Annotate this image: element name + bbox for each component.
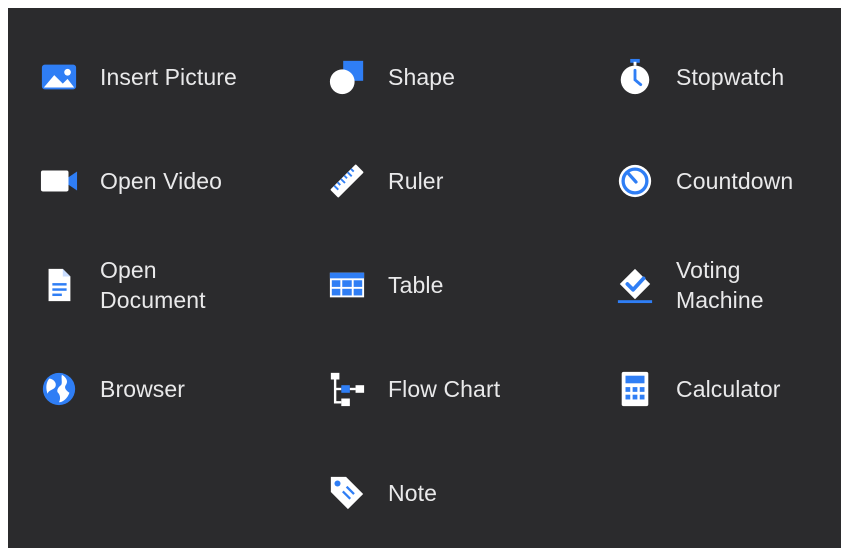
calculator-button[interactable]: Calculator [612,337,849,441]
stopwatch-icon [612,54,658,100]
countdown-label: Countdown [676,168,794,194]
countdown-button[interactable]: Countdown [612,129,849,233]
shape-label: Shape [388,64,456,90]
voting-check-icon [612,262,658,308]
note-label: Note [388,480,437,506]
browser-button[interactable]: Browser [36,337,316,441]
tools-column-3: Stopwatch Countdown Voting Machine Calcu… [612,25,849,441]
ruler-label: Ruler [388,168,444,194]
voting-machine-label: Voting Machine [676,257,764,313]
tools-column-1: Insert Picture Open Video Open Document … [36,25,316,441]
insert-picture-label: Insert Picture [100,64,237,90]
open-video-button[interactable]: Open Video [36,129,316,233]
open-video-label: Open Video [100,168,223,194]
voting-machine-button[interactable]: Voting Machine [612,233,849,337]
globe-icon [36,366,82,412]
table-icon [324,262,370,308]
tag-note-icon [324,470,370,516]
flow-chart-icon [324,366,370,412]
browser-label: Browser [100,376,186,402]
ruler-icon [324,158,370,204]
shape-button[interactable]: Shape [324,25,604,129]
stopwatch-label: Stopwatch [676,64,785,90]
calculator-label: Calculator [676,376,781,402]
stopwatch-button[interactable]: Stopwatch [612,25,849,129]
open-document-button[interactable]: Open Document [36,233,316,337]
tools-panel: Insert Picture Open Video Open Document … [8,8,841,548]
calculator-icon [612,366,658,412]
video-camera-icon [36,158,82,204]
ruler-button[interactable]: Ruler [324,129,604,233]
tools-column-2: Shape Ruler Table Flow Chart Note [324,25,604,545]
table-button[interactable]: Table [324,233,604,337]
document-icon [36,262,82,308]
note-button[interactable]: Note [324,441,604,545]
insert-picture-button[interactable]: Insert Picture [36,25,316,129]
flow-chart-label: Flow Chart [388,376,501,402]
open-document-label: Open Document [100,257,206,313]
image-icon [36,54,82,100]
flow-chart-button[interactable]: Flow Chart [324,337,604,441]
countdown-timer-icon [612,158,658,204]
table-label: Table [388,272,444,298]
shape-icon [324,54,370,100]
